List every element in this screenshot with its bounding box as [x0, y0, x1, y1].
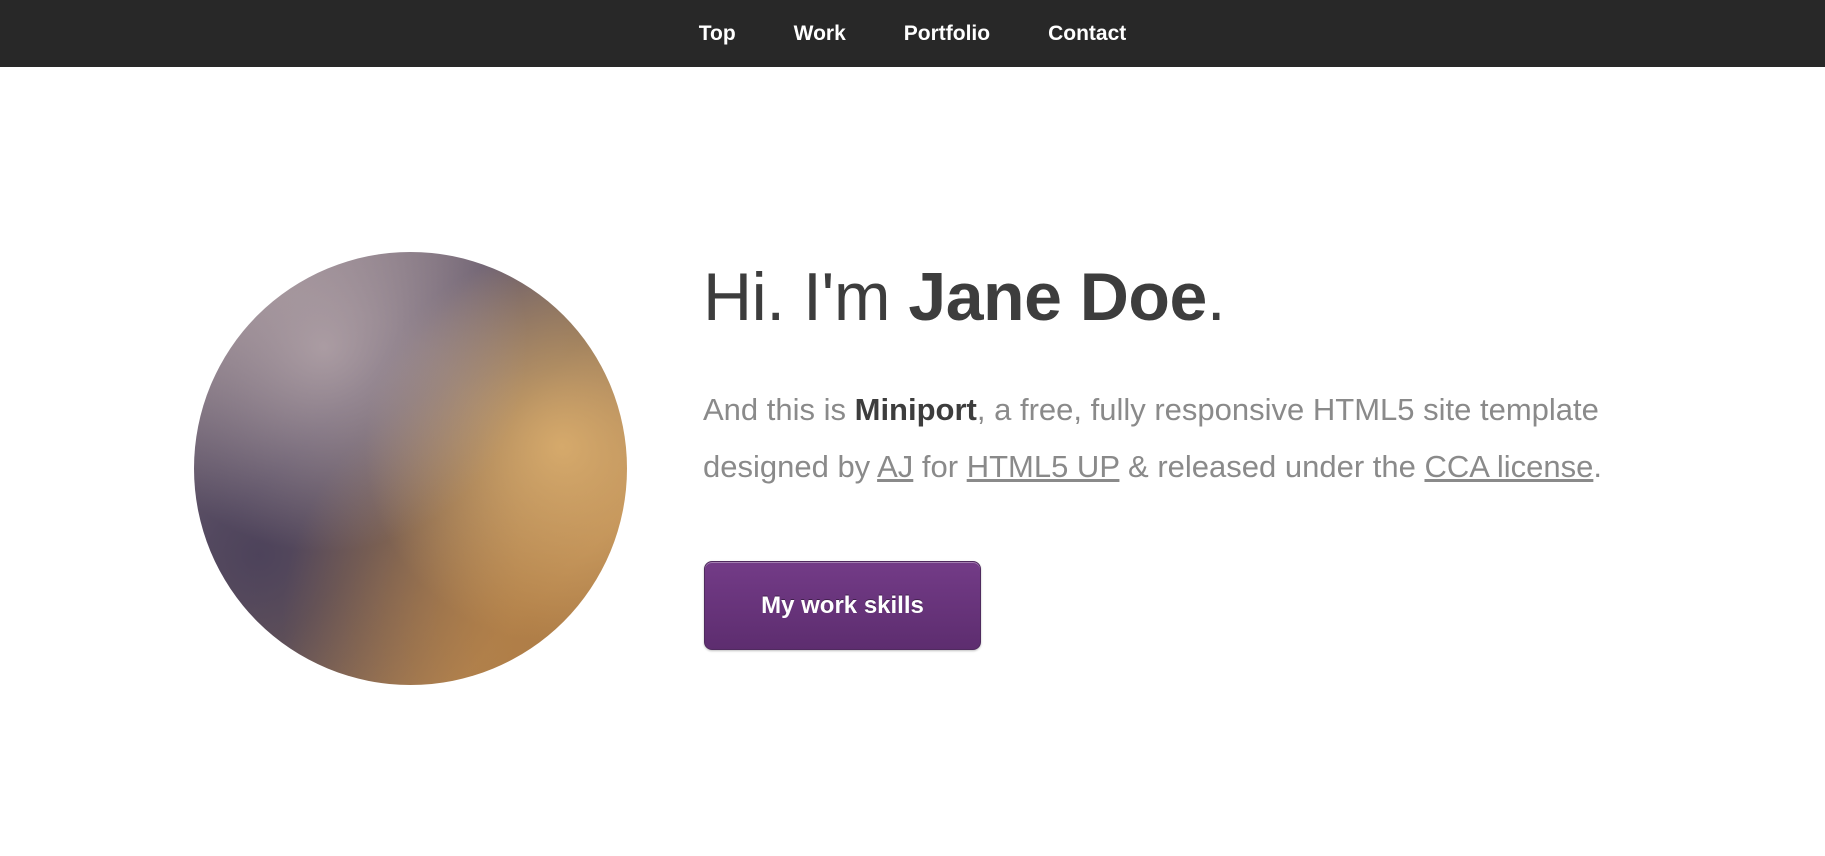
work-skills-button[interactable]: My work skills [704, 561, 981, 650]
nav-list: Top Work Portfolio Contact [0, 0, 1825, 67]
nav-link-work[interactable]: Work [794, 22, 846, 45]
html5up-link[interactable]: HTML5 UP [967, 449, 1120, 484]
nav-item-work: Work [794, 22, 846, 46]
author-link[interactable]: AJ [877, 449, 913, 484]
headline-greeting: Hi. I'm [703, 259, 909, 335]
intro-text-5: . [1593, 449, 1602, 484]
hero-headline: Hi. I'm Jane Doe. [703, 258, 1226, 336]
nav-link-top[interactable]: Top [699, 22, 736, 45]
hero-intro-paragraph: And this is Miniport, a free, fully resp… [703, 381, 1703, 495]
intro-text-1: And this is [703, 392, 855, 427]
nav-link-portfolio[interactable]: Portfolio [904, 22, 990, 45]
profile-avatar-image [194, 252, 627, 685]
nav-item-top: Top [699, 22, 736, 46]
top-navigation: Top Work Portfolio Contact [0, 0, 1825, 67]
intro-text-3: for [913, 449, 967, 484]
headline-period: . [1206, 259, 1226, 335]
nav-item-contact: Contact [1048, 22, 1126, 46]
license-link[interactable]: CCA license [1424, 449, 1593, 484]
nav-link-contact[interactable]: Contact [1048, 22, 1126, 45]
intro-template-name: Miniport [854, 392, 977, 427]
headline-name: Jane Doe [908, 259, 1207, 335]
intro-text-4: & released under the [1119, 449, 1425, 484]
nav-item-portfolio: Portfolio [904, 22, 990, 46]
